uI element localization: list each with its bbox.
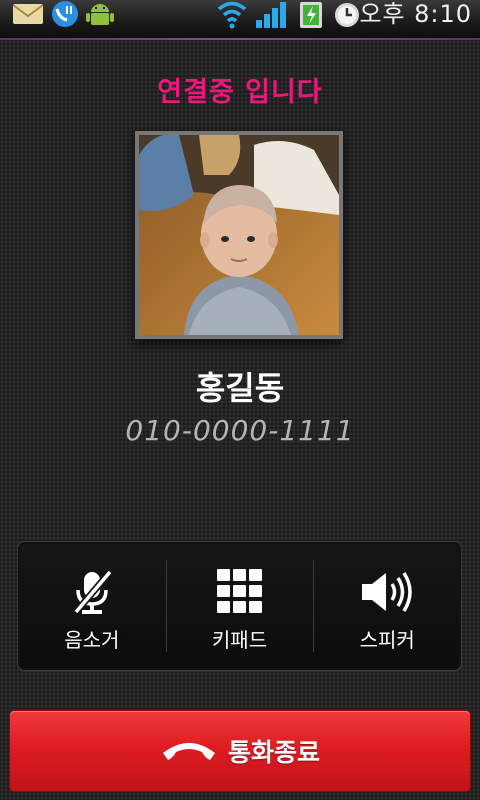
contact-photo [135,131,343,339]
call-status-text: 연결중 입니다 [157,77,323,108]
call-controls-panel: 음소거 키패드 스피커 [17,541,462,671]
end-call-button[interactable]: 통화종료 [9,710,471,792]
keypad-button[interactable]: 키패드 [165,542,314,670]
alarm-icon [331,0,363,30]
signal-icon [254,0,290,30]
status-time: 오후 8:10 [359,0,472,28]
keypad-label: 키패드 [211,628,268,652]
status-divider [0,38,480,40]
phone-hangup-icon [160,736,218,766]
mute-button[interactable]: 음소거 [18,542,166,670]
end-call-label: 통화종료 [227,738,320,767]
speaker-label: 스피커 [359,628,415,652]
status-bar: 오후 8:10 [0,0,480,38]
contact-number: 010-0000-1111 [125,414,355,447]
email-icon [10,0,46,30]
wifi-icon [216,0,248,30]
vvm-icon [48,0,82,30]
battery-icon [296,0,326,30]
android-icon [84,0,116,30]
speaker-icon [360,568,414,616]
mute-icon [70,568,114,616]
keypad-icon [216,568,263,616]
speaker-button[interactable]: 스피커 [313,542,461,670]
mute-label: 음소거 [64,628,120,652]
contact-name: 홍길동 [195,369,285,407]
